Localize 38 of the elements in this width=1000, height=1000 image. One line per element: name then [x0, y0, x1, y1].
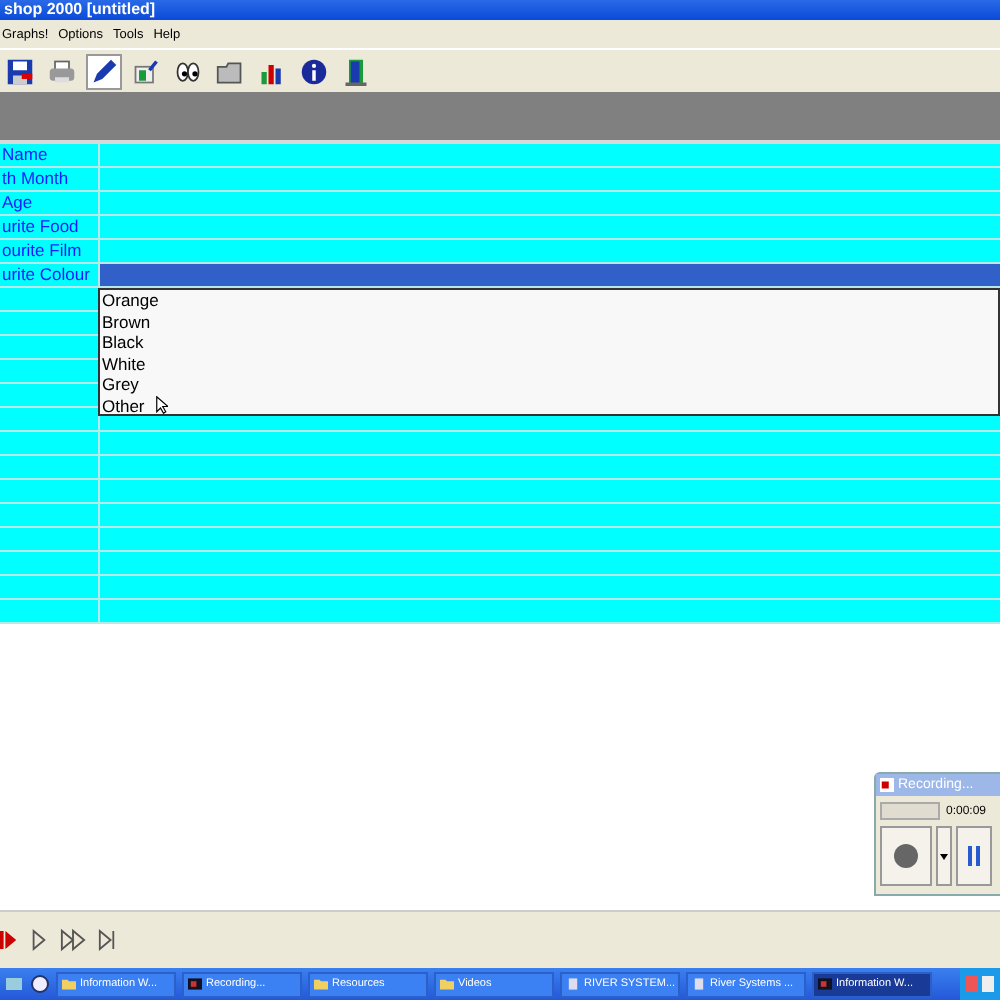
- dropdown-option[interactable]: Brown: [100, 311, 151, 332]
- field-label: ourite Film: [0, 240, 100, 262]
- exit-door-icon[interactable]: [340, 55, 372, 87]
- field-label: Name: [0, 144, 100, 166]
- caret-icon: [940, 853, 948, 859]
- field-label: Age: [0, 192, 100, 214]
- printer-icon[interactable]: [46, 55, 78, 87]
- record-icon: [894, 844, 918, 868]
- dropdown-field[interactable]: [100, 264, 1000, 286]
- form-edit-icon[interactable]: [130, 55, 162, 87]
- document-icon: [692, 978, 706, 990]
- play-icon[interactable]: [30, 928, 48, 952]
- window-title: shop 2000 [untitled]: [4, 0, 156, 18]
- dropdown-option[interactable]: Orange: [100, 290, 159, 311]
- record-button[interactable]: [880, 826, 932, 886]
- browser-icon[interactable]: [30, 974, 50, 994]
- record-play-icon[interactable]: [0, 928, 18, 952]
- pause-icon: [968, 844, 980, 868]
- app-window-icon: [188, 978, 202, 990]
- document-icon: [566, 978, 580, 990]
- app-window-icon: [818, 978, 832, 990]
- folder-icon: [62, 978, 76, 990]
- dropdown-option[interactable]: White: [100, 353, 146, 374]
- field-label: th Month: [0, 168, 100, 190]
- tray-icons[interactable]: [966, 976, 994, 992]
- fast-forward-icon[interactable]: [60, 928, 86, 952]
- folder-icon: [440, 978, 454, 990]
- pencil-icon[interactable]: [88, 55, 120, 87]
- field-label: urite Food: [0, 216, 100, 238]
- folder-icon: [314, 978, 328, 990]
- recorder-app-icon: [880, 778, 894, 792]
- info-icon[interactable]: [298, 55, 330, 87]
- record-options-button[interactable]: [936, 826, 952, 886]
- dropdown-option[interactable]: Grey: [100, 374, 139, 395]
- skip-to-end-icon[interactable]: [98, 928, 116, 952]
- dropdown-option[interactable]: Other: [100, 395, 145, 416]
- dropdown-option[interactable]: Black: [100, 332, 144, 353]
- pause-button[interactable]: [956, 826, 992, 886]
